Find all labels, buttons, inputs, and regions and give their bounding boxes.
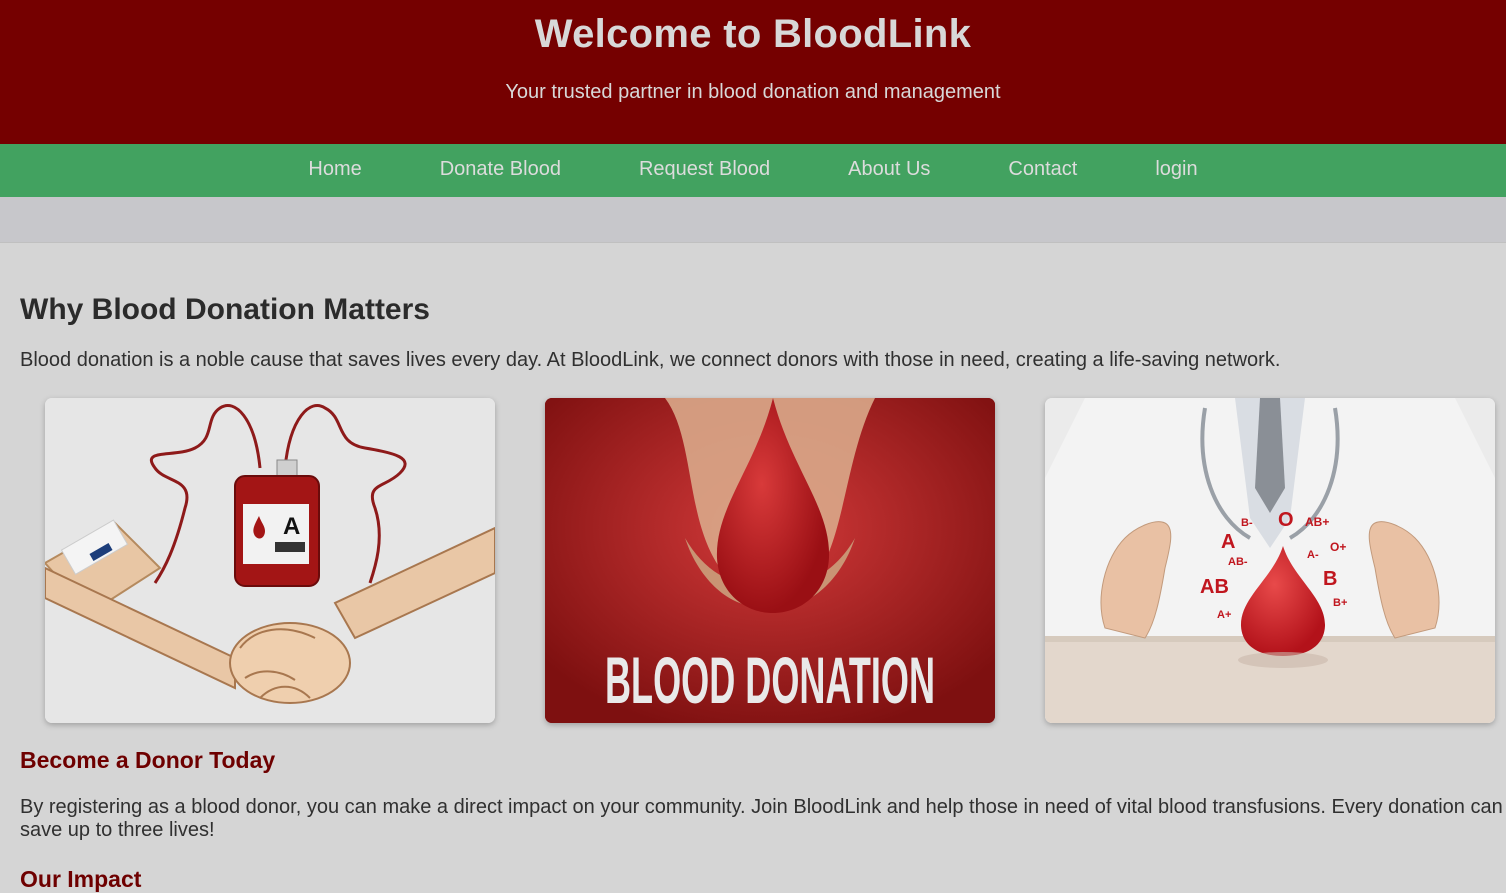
poster-banner-text: BLOOD DONATION <box>605 643 935 717</box>
impact-heading: Our Impact <box>20 866 142 892</box>
blood-type-ab-neg: AB- <box>1228 556 1248 568</box>
section-heading: Why Blood Donation Matters <box>20 293 430 326</box>
image-gallery: A BLOOD DONATION B- O AB+ A AB- A- O+ AB… <box>45 398 1506 723</box>
nav-home[interactable]: Home <box>308 158 361 181</box>
image-blood-donation-poster: BLOOD DONATION <box>545 398 995 723</box>
image-blood-bag-handshake: A <box>45 398 495 723</box>
blood-type-b-pos: B+ <box>1333 597 1347 609</box>
blood-type-ab-pos: AB+ <box>1305 515 1329 529</box>
blood-type-a-pos: A+ <box>1217 609 1231 621</box>
blood-type-o-pos: O+ <box>1330 540 1346 554</box>
donor-text: By registering as a blood donor, you can… <box>20 796 1503 841</box>
blood-type-b: B <box>1323 568 1337 590</box>
blood-type-b-neg: B- <box>1241 517 1253 529</box>
main-nav: Home Donate Blood Request Blood About Us… <box>0 144 1506 197</box>
nav-contact[interactable]: Contact <box>1008 158 1077 181</box>
spacer-band <box>0 197 1506 242</box>
site-header: Welcome to BloodLink Your trusted partne… <box>0 0 1506 144</box>
blood-donation-poster: BLOOD DONATION <box>545 398 995 723</box>
blood-type-ab: AB <box>1200 576 1229 598</box>
main-content: Why Blood Donation Matters Blood donatio… <box>0 242 1506 893</box>
intro-text: Blood donation is a noble cause that sav… <box>20 349 1281 371</box>
nav-about-us[interactable]: About Us <box>848 158 930 181</box>
nav-request-blood[interactable]: Request Blood <box>639 158 770 181</box>
nav-login[interactable]: login <box>1155 158 1197 181</box>
blood-bag-handshake-illustration: A <box>45 398 495 723</box>
nav-donate-blood[interactable]: Donate Blood <box>440 158 561 181</box>
site-subtitle: Your trusted partner in blood donation a… <box>505 81 1001 103</box>
blood-type-a-neg: A- <box>1307 549 1319 561</box>
blood-type-o: O <box>1278 509 1294 531</box>
blood-type-a: A <box>1221 531 1235 553</box>
site-title: Welcome to BloodLink <box>534 12 972 56</box>
blood-bag-letter: A <box>283 513 300 540</box>
donor-heading: Become a Donor Today <box>20 747 276 773</box>
doctor-blood-types-illustration: B- O AB+ A AB- A- O+ AB B A+ B+ <box>1045 398 1495 723</box>
image-doctor-blood-types: B- O AB+ A AB- A- O+ AB B A+ B+ <box>1045 398 1495 723</box>
